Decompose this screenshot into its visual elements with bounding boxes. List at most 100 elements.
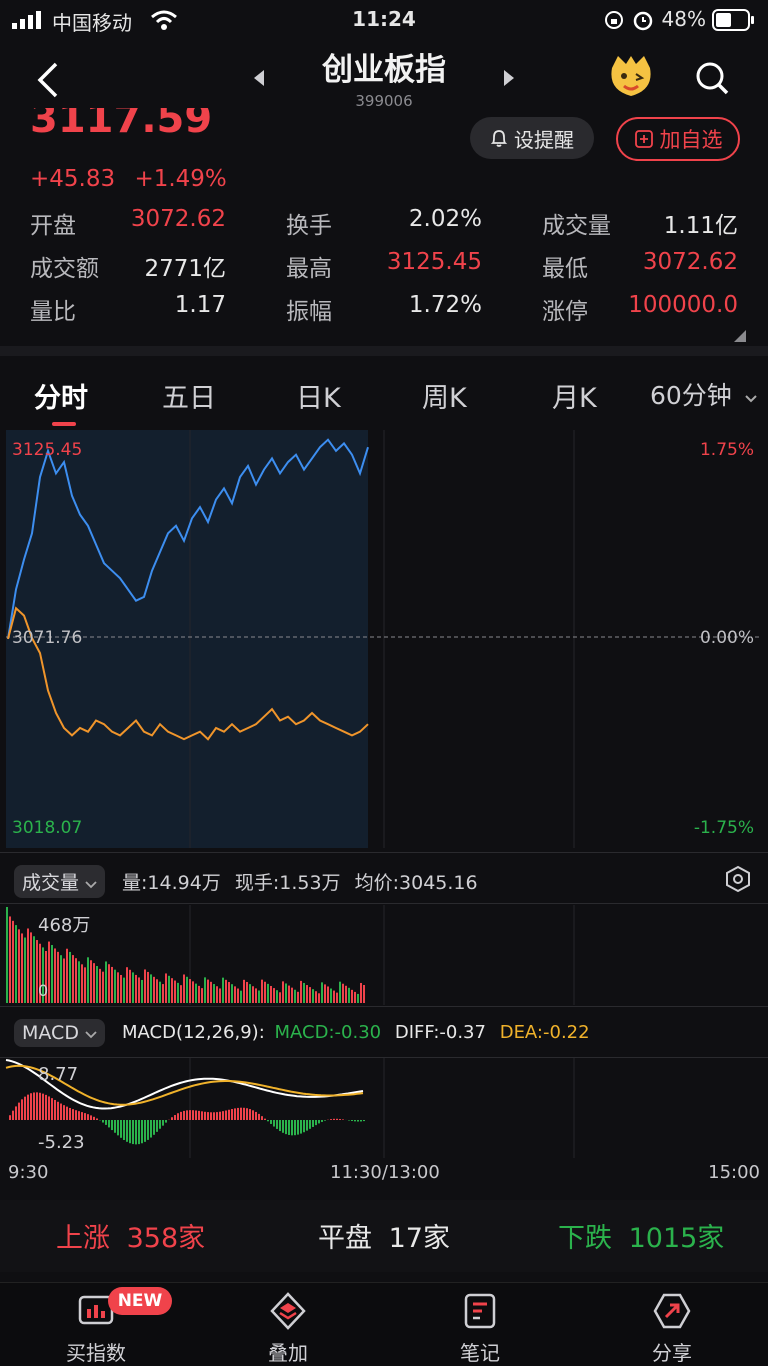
volume-bar bbox=[174, 980, 176, 1003]
volume-bar bbox=[183, 974, 185, 1003]
macd-bar bbox=[363, 1120, 365, 1122]
volume-bar bbox=[288, 985, 290, 1003]
battery-icon bbox=[712, 9, 754, 31]
macd-selector[interactable]: MACD bbox=[14, 1019, 106, 1047]
tab-five-day[interactable]: 五日 bbox=[162, 376, 216, 415]
macd-bar bbox=[27, 1094, 29, 1120]
volume-bar bbox=[300, 980, 302, 1003]
volume-bar bbox=[339, 981, 341, 1003]
macd-bar bbox=[153, 1120, 155, 1135]
macd-params: MACD(12,26,9): bbox=[122, 1022, 265, 1043]
breadth-flat-label: 平盘 bbox=[318, 1223, 372, 1254]
tab-monthly-k[interactable]: 月K bbox=[552, 376, 597, 415]
macd-bar bbox=[354, 1120, 356, 1122]
volume-bar bbox=[156, 979, 158, 1003]
macd-bar bbox=[63, 1105, 65, 1120]
volume-max-label: 468万 bbox=[38, 915, 91, 936]
macd-bar bbox=[360, 1120, 362, 1122]
mascot-icon[interactable] bbox=[606, 54, 656, 100]
macd-selector-label: MACD bbox=[22, 1022, 79, 1044]
tab-60min[interactable]: 60分钟 bbox=[650, 376, 758, 412]
volume-bar bbox=[264, 981, 266, 1003]
add-watchlist-button[interactable]: 加自选 bbox=[616, 117, 740, 161]
volume-bar bbox=[18, 929, 20, 1003]
volume-bar bbox=[207, 979, 209, 1003]
volume-bar bbox=[132, 972, 134, 1003]
stat-value: 1.17 bbox=[174, 292, 226, 318]
volume-bar bbox=[363, 985, 365, 1003]
volume-bar bbox=[15, 925, 17, 1003]
tabbar-overlay[interactable]: 叠加 bbox=[192, 1283, 384, 1366]
active-tab-indicator bbox=[52, 422, 76, 426]
macd-bar bbox=[102, 1120, 104, 1123]
macd-value: MACD:-0.30 bbox=[274, 1022, 382, 1043]
macd-bar bbox=[228, 1109, 230, 1120]
macd-bar bbox=[66, 1106, 68, 1120]
breadth-down-count: 1015家 bbox=[628, 1223, 725, 1254]
volume-bar bbox=[312, 989, 314, 1003]
alarm-icon bbox=[633, 11, 653, 31]
macd-info: MACD(12,26,9): MACD:-0.30 DIFF:-0.37 DEA… bbox=[122, 1022, 590, 1043]
volume-avg: 均价:3045.16 bbox=[354, 872, 478, 894]
y-axis-low: 3018.07 bbox=[12, 818, 83, 838]
volume-selector[interactable]: 成交量 bbox=[14, 865, 106, 898]
macd-bar bbox=[312, 1120, 314, 1127]
macd-bar bbox=[117, 1120, 119, 1136]
intraday-chart[interactable]: 3125.45 3071.76 3018.07 1.75% 0.00% -1.7… bbox=[0, 430, 768, 852]
volume-bar bbox=[150, 974, 152, 1003]
macd-bar bbox=[225, 1110, 227, 1120]
change-percent: +1.49% bbox=[134, 166, 227, 192]
macd-bar bbox=[297, 1120, 299, 1135]
next-index-icon[interactable] bbox=[502, 68, 516, 88]
volume-bar bbox=[153, 976, 155, 1003]
macd-bar bbox=[318, 1120, 320, 1124]
chevron-down-icon bbox=[85, 881, 97, 889]
tab-daily-k[interactable]: 日K bbox=[296, 376, 341, 415]
macd-bar bbox=[72, 1109, 74, 1120]
stat-label: 最低 bbox=[542, 256, 588, 282]
tabbar-share[interactable]: 分享 bbox=[576, 1283, 768, 1366]
stat-value: 3125.45 bbox=[386, 249, 482, 275]
volume-bar bbox=[222, 977, 224, 1003]
volume-bar bbox=[63, 958, 65, 1003]
macd-bar bbox=[162, 1120, 164, 1126]
macd-bar bbox=[273, 1120, 275, 1127]
volume-bar bbox=[78, 961, 80, 1003]
volume-bar bbox=[198, 985, 200, 1003]
volume-bar bbox=[177, 982, 179, 1003]
stat-value: 1.11亿 bbox=[663, 213, 738, 239]
set-alert-button[interactable]: 设提醒 bbox=[470, 117, 594, 159]
macd-bar bbox=[258, 1113, 260, 1120]
settings-icon[interactable] bbox=[724, 865, 752, 893]
expand-corner-icon[interactable] bbox=[734, 330, 746, 342]
macd-bar bbox=[195, 1110, 197, 1120]
volume-bar bbox=[87, 957, 89, 1003]
volume-bar bbox=[315, 991, 317, 1003]
macd-bar bbox=[357, 1120, 359, 1122]
tab-intraday[interactable]: 分时 bbox=[34, 376, 88, 415]
macd-bar bbox=[84, 1113, 86, 1120]
breadth-flat: 平盘 17家 bbox=[318, 1216, 450, 1255]
search-icon[interactable] bbox=[694, 60, 730, 96]
volume-bar bbox=[117, 972, 119, 1003]
macd-bar bbox=[12, 1110, 14, 1120]
macd-bar bbox=[42, 1093, 44, 1120]
macd-bar bbox=[288, 1120, 290, 1135]
tabbar-notes[interactable]: 笔记 bbox=[384, 1283, 576, 1366]
tab-weekly-k[interactable]: 周K bbox=[422, 376, 467, 415]
chevron-down-icon bbox=[745, 395, 757, 403]
macd-bar bbox=[342, 1119, 344, 1120]
macd-bar bbox=[54, 1099, 56, 1120]
stat-value: 2.02% bbox=[408, 206, 482, 232]
macd-bar bbox=[180, 1111, 182, 1120]
chevron-down-icon bbox=[85, 1031, 97, 1039]
volume-bar bbox=[273, 988, 275, 1003]
volume-bar bbox=[168, 975, 170, 1003]
macd-bar bbox=[321, 1120, 323, 1122]
macd-bar bbox=[30, 1093, 32, 1120]
tabbar-share-label: 分享 bbox=[652, 1341, 692, 1365]
volume-bar bbox=[48, 941, 50, 1003]
macd-bar bbox=[336, 1118, 338, 1120]
macd-bar bbox=[189, 1110, 191, 1120]
volume-bar bbox=[234, 986, 236, 1003]
